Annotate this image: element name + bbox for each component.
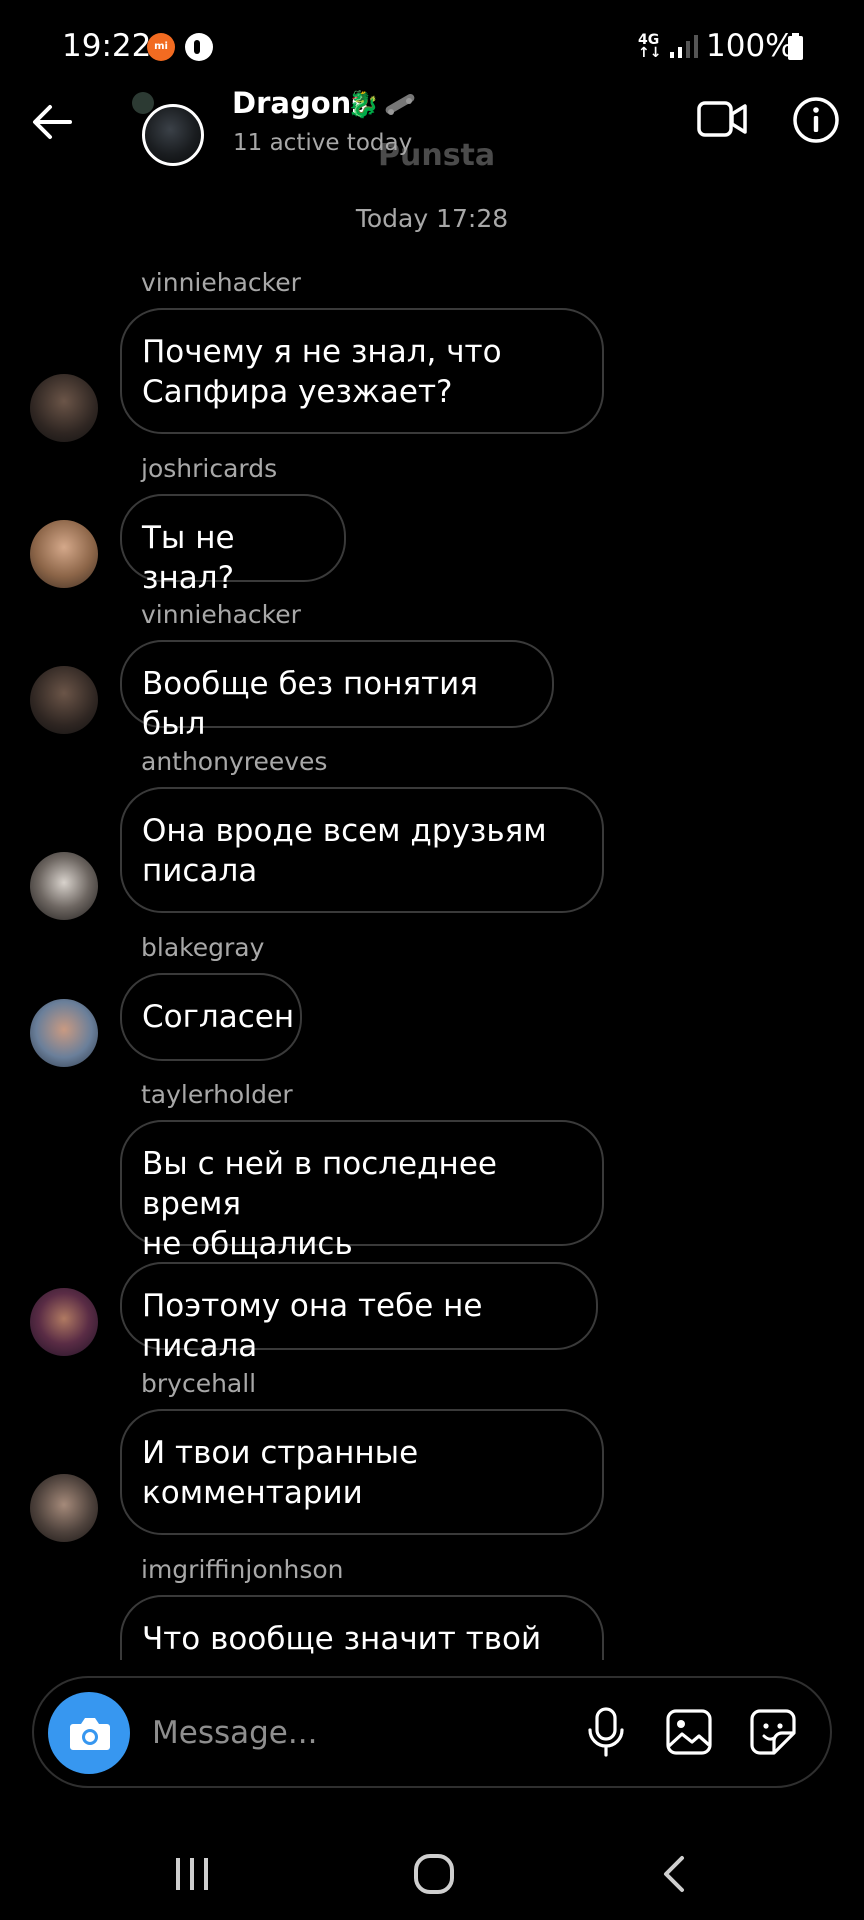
message-line: писала (142, 853, 258, 889)
back-arrow-icon[interactable] (30, 100, 74, 144)
message-line: Вообще без понятия был (142, 666, 478, 742)
message-line: Вы с ней в последнее время (142, 1146, 497, 1222)
message-line: Согласен (142, 999, 295, 1035)
message-line: не общались (142, 1226, 353, 1262)
message-bubble[interactable]: Вы с ней в последнее время не общались (120, 1120, 604, 1262)
video-call-icon[interactable] (696, 98, 748, 140)
message-bubble[interactable]: И твои странные комментарии (120, 1409, 604, 1535)
home-icon[interactable] (412, 1852, 456, 1896)
skateboard-icon (385, 94, 415, 115)
avatar[interactable] (30, 1474, 98, 1542)
message-line: Поэтому она тебе не писала (142, 1288, 483, 1364)
message-line: И твои странные (142, 1435, 419, 1471)
chat-header: Dragons 🐉 Punsta 11 active today (0, 80, 864, 180)
message-bubble[interactable]: Поэтому она тебе не писала (120, 1262, 598, 1364)
network-type: 4G ↑↓ (638, 32, 662, 61)
gallery-icon[interactable] (664, 1706, 714, 1758)
notification-app-icon (185, 33, 213, 61)
group-avatar-main (142, 104, 204, 166)
camera-button[interactable] (48, 1692, 130, 1774)
info-icon[interactable] (792, 96, 840, 144)
battery-percent: 100% (706, 28, 795, 64)
active-status: 11 active today (233, 130, 413, 156)
message-list[interactable]: Today 17:28 vinniehacker Почему я не зна… (0, 190, 864, 1660)
dragon-emoji: 🐉 (347, 90, 380, 120)
chat-screen: 19:22 mi 4G ↑↓ 100% Dragons 🐉 Punsta 11 … (0, 0, 864, 1920)
avatar[interactable] (30, 999, 98, 1067)
avatar[interactable] (30, 1288, 98, 1356)
message-bubble[interactable]: Ты не знал? (120, 494, 346, 596)
message-bubble[interactable]: Согласен (120, 973, 302, 1061)
microphone-icon[interactable] (582, 1706, 630, 1758)
message-line: комментарии (142, 1475, 363, 1511)
signal-icon (670, 35, 698, 58)
message-line: Ты не знал? (142, 520, 235, 596)
message-line: Почему я не знал, что (142, 334, 502, 370)
message-username: vinniehacker (141, 600, 301, 629)
message-username: imgriffinjonhson (141, 1555, 344, 1584)
message-bubble[interactable]: Вообще без понятия был (120, 640, 554, 742)
avatar[interactable] (30, 374, 98, 442)
sticker-icon[interactable] (748, 1706, 798, 1758)
group-avatar[interactable] (132, 90, 208, 166)
mi-app-icon: mi (147, 33, 175, 61)
message-username: anthonyreeves (141, 747, 328, 776)
message-bubble[interactable]: Что вообще значит твой (120, 1595, 604, 1660)
nav-back-icon[interactable] (656, 1854, 692, 1894)
message-line: Что вообще значит твой (142, 1621, 542, 1657)
message-username: vinniehacker (141, 268, 301, 297)
avatar[interactable] (30, 520, 98, 588)
avatar[interactable] (30, 852, 98, 920)
message-username: blakegray (141, 933, 265, 962)
camera-icon (70, 1718, 110, 1750)
message-input[interactable] (150, 1706, 554, 1760)
battery-icon (788, 33, 803, 60)
message-username: taylerholder (141, 1080, 293, 1109)
message-bubble[interactable]: Почему я не знал, что Сапфира уезжает? (120, 308, 604, 434)
group-avatar-secondary (132, 92, 154, 114)
status-time: 19:22 (62, 28, 152, 64)
recents-icon[interactable] (170, 1856, 214, 1892)
avatar[interactable] (30, 666, 98, 734)
message-line: Сапфира уезжает? (142, 374, 453, 410)
message-bubble[interactable]: Она вроде всем друзьям писала (120, 787, 604, 913)
system-nav-bar (0, 1820, 864, 1920)
message-username: joshricards (141, 454, 278, 483)
conversation-timestamp: Today 17:28 (355, 204, 509, 233)
message-composer (32, 1676, 832, 1788)
message-username: brycehall (141, 1369, 257, 1398)
message-line: Она вроде всем друзьям (142, 813, 547, 849)
